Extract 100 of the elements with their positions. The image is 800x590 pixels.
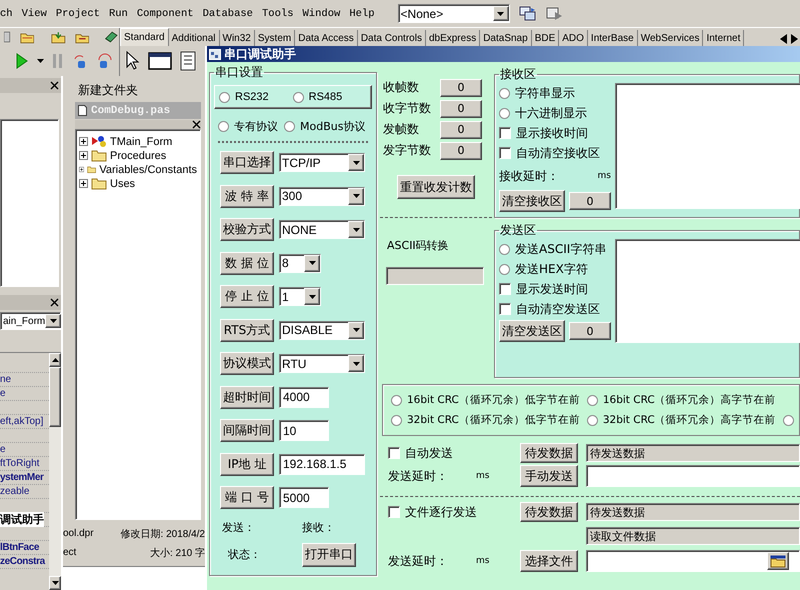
input-field[interactable]: 5000 xyxy=(279,487,329,508)
expand-icon[interactable] xyxy=(79,137,88,146)
clear-receive-button[interactable]: 清空接收区 xyxy=(499,190,565,212)
setting-button[interactable]: 数 据 位 xyxy=(220,252,274,274)
setting-button[interactable]: 端 口 号 xyxy=(220,486,274,509)
receive-text-area[interactable] xyxy=(615,83,800,209)
close-icon[interactable] xyxy=(50,298,59,307)
palette-tab[interactable]: WebServices xyxy=(638,30,704,46)
play-icon[interactable] xyxy=(16,53,28,69)
document-icon[interactable] xyxy=(4,29,10,45)
checkbox[interactable] xyxy=(388,506,400,518)
left-arrow-icon[interactable] xyxy=(780,34,788,44)
open-port-button[interactable]: 打开串口 xyxy=(302,542,356,566)
radio-button[interactable] xyxy=(284,120,295,132)
down-arrow-icon[interactable] xyxy=(52,581,58,585)
menu-item[interactable]: View xyxy=(22,8,47,20)
property-value[interactable]: zeable xyxy=(0,486,30,497)
dropdown[interactable]: 300 xyxy=(279,186,365,206)
input-field[interactable]: 10 xyxy=(279,420,329,441)
ascii-field[interactable] xyxy=(386,267,484,285)
menu-item[interactable]: Run xyxy=(108,8,128,20)
close-icon[interactable] xyxy=(50,81,59,90)
dropdown[interactable]: 1 xyxy=(279,287,321,306)
menu-item[interactable]: Database xyxy=(202,8,253,20)
palette-tab[interactable]: ADO xyxy=(559,30,588,46)
checkbox[interactable] xyxy=(499,303,511,315)
radio-button[interactable] xyxy=(782,414,794,426)
menu-item[interactable]: Window xyxy=(302,8,340,20)
setting-button[interactable]: 停 止 位 xyxy=(220,285,274,308)
property-value[interactable]: ystemMer xyxy=(0,472,44,483)
clear-send-button[interactable]: 清空发送区 xyxy=(499,320,565,342)
input-field[interactable]: 4000 xyxy=(279,386,329,408)
checkbox[interactable] xyxy=(499,147,511,159)
radio-button[interactable] xyxy=(391,414,402,426)
radio-button[interactable] xyxy=(292,92,304,102)
radio-button[interactable] xyxy=(218,120,229,132)
expand-icon[interactable] xyxy=(79,151,88,160)
radio-button[interactable] xyxy=(586,414,598,426)
property-value[interactable]: ftToRight xyxy=(0,458,40,469)
right-arrow-icon[interactable] xyxy=(790,34,798,44)
scrollbar[interactable] xyxy=(49,353,61,590)
dropdown[interactable]: <None> xyxy=(398,4,510,23)
property-value[interactable]: 调试助手 xyxy=(0,512,44,527)
setting-button[interactable]: 校验方式 xyxy=(220,218,274,241)
folder-plus-icon[interactable] xyxy=(51,30,66,44)
menu-item[interactable]: Help xyxy=(349,8,375,20)
dropdown[interactable]: NONE xyxy=(279,220,365,239)
radio-button[interactable] xyxy=(499,244,510,254)
input-field[interactable] xyxy=(586,465,800,487)
menu-item[interactable]: ch xyxy=(0,8,13,20)
dropdown[interactable]: 8 xyxy=(279,254,321,272)
expand-icon[interactable] xyxy=(79,165,84,174)
stacked-windows-icon[interactable] xyxy=(518,6,537,22)
tree-item[interactable]: Uses xyxy=(110,178,136,190)
setting-button[interactable]: RTS方式 xyxy=(220,318,274,342)
window-arrow-icon[interactable] xyxy=(546,6,564,22)
cursor-icon[interactable] xyxy=(126,51,140,71)
tree-item[interactable]: Variables/Constants xyxy=(99,164,197,176)
tree-item[interactable]: TMain_Form xyxy=(110,136,172,148)
property-value[interactable]: ne xyxy=(0,374,12,385)
setting-button[interactable]: 超时时间 xyxy=(220,386,274,408)
send-text-area[interactable] xyxy=(615,239,800,343)
menu-icon[interactable] xyxy=(180,51,196,71)
input-field[interactable]: 192.168.1.5 xyxy=(279,454,365,474)
property-value[interactable]: lBtnFace xyxy=(0,542,40,553)
checkbox[interactable] xyxy=(388,447,400,459)
setting-button[interactable]: 间隔时间 xyxy=(220,419,274,442)
radio-button[interactable] xyxy=(499,108,510,118)
menu-item[interactable]: Project xyxy=(56,8,100,20)
radio-button[interactable] xyxy=(586,394,598,406)
pending-data-button[interactable]: 待发数据 xyxy=(520,443,578,463)
setting-button[interactable]: 协议模式 xyxy=(220,352,274,375)
setting-button[interactable]: 波 特 率 xyxy=(220,184,274,208)
property-value[interactable]: zeConstra xyxy=(0,556,45,567)
file-path-field[interactable] xyxy=(586,550,800,572)
palette-tab[interactable]: Additional xyxy=(168,30,220,46)
menu-item[interactable]: Component xyxy=(136,8,194,20)
radio-button[interactable] xyxy=(499,88,510,98)
property-value[interactable]: eft,akTop] xyxy=(0,416,44,427)
up-arrow-icon[interactable] xyxy=(52,358,58,362)
setting-button[interactable]: IP地 址 xyxy=(220,452,274,476)
setting-button[interactable]: 串口选择 xyxy=(220,151,274,174)
close-icon[interactable] xyxy=(192,120,201,129)
radio-button[interactable] xyxy=(391,394,402,406)
expand-icon[interactable] xyxy=(79,179,88,188)
radio-button[interactable] xyxy=(219,92,230,102)
choose-file-button[interactable]: 选择文件 xyxy=(520,550,578,572)
step-over-icon[interactable] xyxy=(97,53,113,69)
tree-item[interactable]: Procedures xyxy=(110,150,166,162)
checkbox[interactable] xyxy=(499,283,511,295)
manual-send-button[interactable]: 手动发送 xyxy=(520,465,578,487)
property-value[interactable]: e xyxy=(0,388,6,399)
dropdown[interactable]: TCP/IP xyxy=(279,153,365,172)
palette-tab[interactable]: Standard xyxy=(120,28,169,46)
dropdown[interactable]: ain_Form xyxy=(0,312,61,330)
step-into-icon[interactable] xyxy=(72,53,88,69)
pending-data-button[interactable]: 待发数据 xyxy=(520,502,578,522)
open-folder-button[interactable] xyxy=(767,552,789,570)
reset-count-button[interactable]: 重置收发计数 xyxy=(397,175,475,199)
radio-button[interactable] xyxy=(499,264,510,274)
